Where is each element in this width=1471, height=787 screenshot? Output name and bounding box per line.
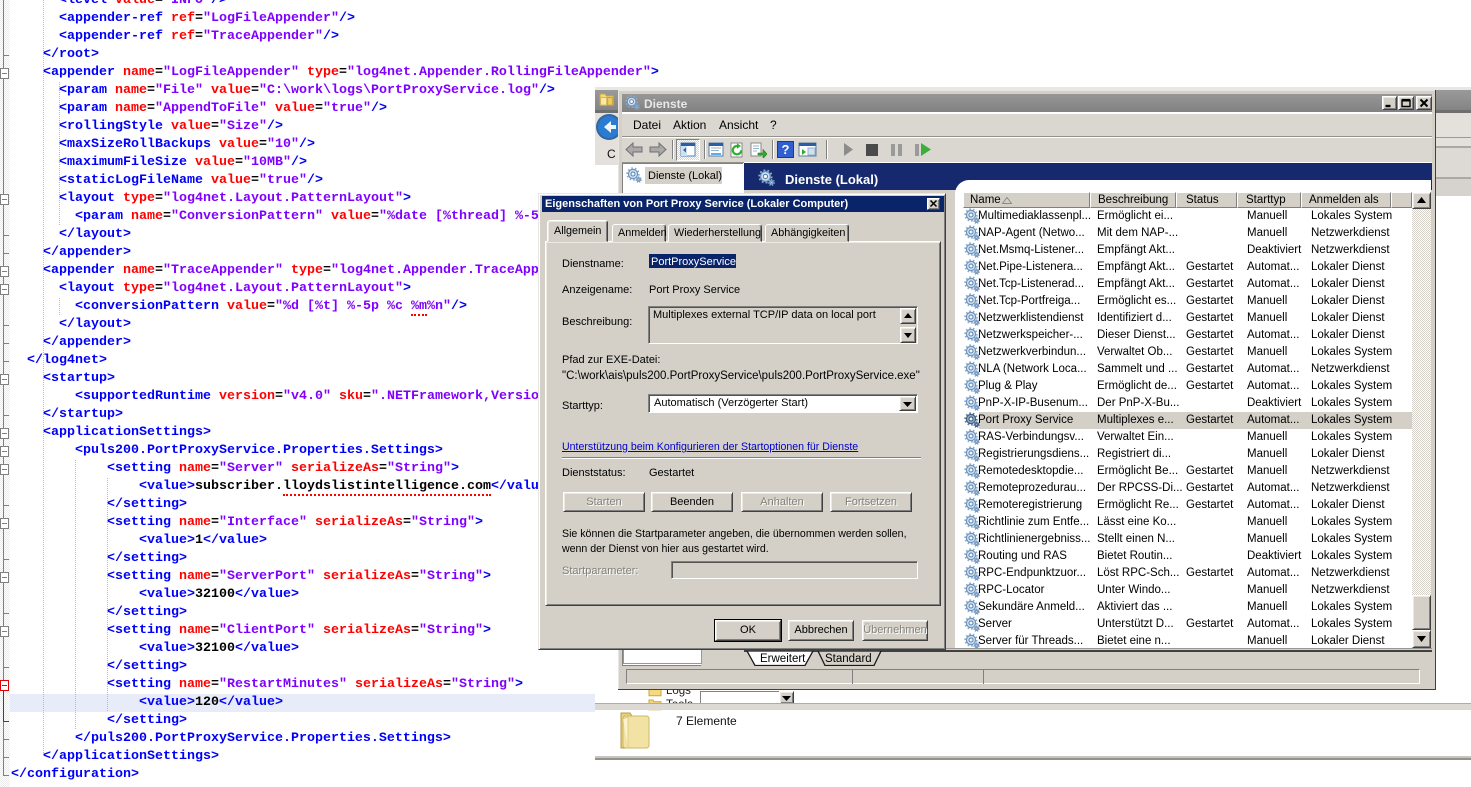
- svg-text:?: ?: [782, 142, 790, 157]
